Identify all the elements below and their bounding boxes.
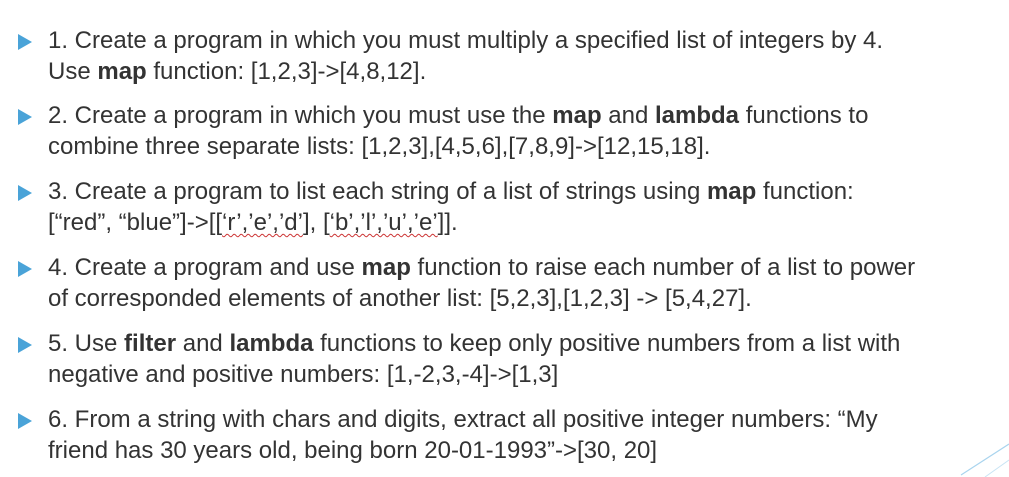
keyword-map: map [361, 254, 411, 281]
triangle-bullet-icon [18, 34, 32, 50]
corner-decoration-icon [960, 443, 1009, 477]
triangle-bullet-icon [18, 337, 32, 353]
triangle-bullet-icon [18, 185, 32, 201]
exercise-item-6: 6. From a string with chars and digits, … [0, 405, 1000, 475]
exercise-2-line-1: 2. Create a program in which you must us… [48, 102, 869, 129]
exercise-4-line-1: 4. Create a program and use map function… [48, 254, 916, 281]
exercise-item-3: 3. Create a program to list each string … [0, 177, 1000, 247]
spellcheck-underline: ‘b’,’l’,’u’,’e’ [329, 209, 438, 236]
keyword-lambda: lambda [655, 102, 740, 129]
exercise-5-line-2: negative and positive numbers: [1,-2,3,-… [48, 361, 559, 388]
exercise-1-line-1: 1. Create a program in which you must mu… [48, 27, 884, 54]
exercise-5-line-1: 5. Use filter and lambda functions to ke… [48, 330, 901, 357]
keyword-lambda: lambda [229, 330, 314, 357]
exercise-1-line-2: Use map function: [1,2,3]->[4,8,12]. [48, 58, 427, 85]
spellcheck-underline: ‘r’,’e’,’d’ [222, 209, 303, 236]
exercise-2-line-2: combine three separate lists: [1,2,3],[4… [48, 133, 711, 160]
exercise-3-line-1: 3. Create a program to list each string … [48, 178, 854, 205]
exercise-6-line-2: friend has 30 years old, being born 20-0… [48, 437, 658, 464]
exercise-item-2: 2. Create a program in which you must us… [0, 101, 1000, 171]
keyword-filter: filter [124, 330, 177, 357]
keyword-map: map [706, 178, 757, 205]
triangle-bullet-icon [18, 109, 32, 125]
keyword-map: map [97, 58, 147, 85]
exercise-item-1: 1. Create a program in which you must mu… [0, 26, 1000, 96]
triangle-bullet-icon [18, 261, 32, 277]
exercise-3-line-2: [“red”, “blue”]->[[‘r’,’e’,’d’], [‘b’,’l… [48, 209, 458, 236]
keyword-map: map [552, 102, 602, 129]
exercise-4-line-2: of corresponded elements of another list… [48, 285, 752, 312]
triangle-bullet-icon [18, 413, 32, 429]
exercise-item-4: 4. Create a program and use map function… [0, 253, 1000, 323]
exercise-6-line-1: 6. From a string with chars and digits, … [48, 406, 878, 433]
exercise-item-5: 5. Use filter and lambda functions to ke… [0, 329, 1000, 399]
